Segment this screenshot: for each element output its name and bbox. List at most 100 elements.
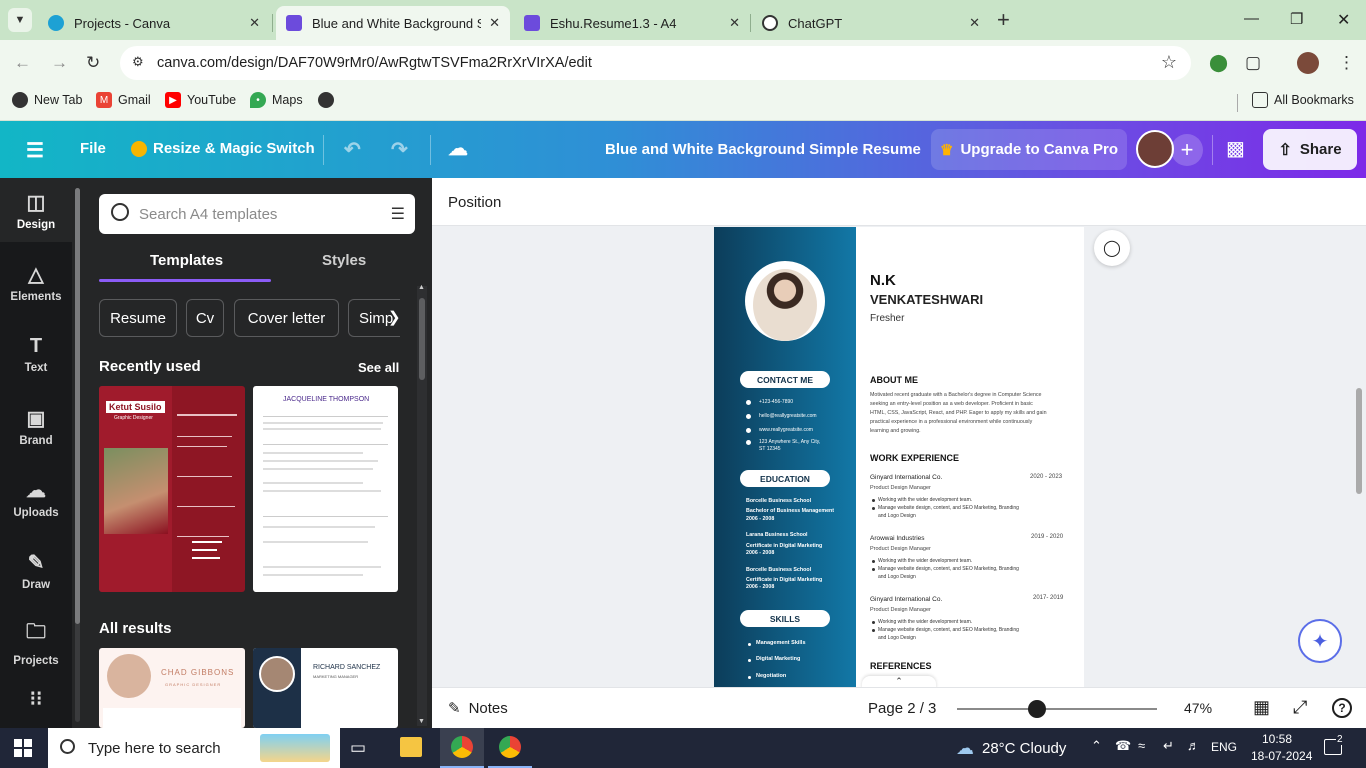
all-bookmarks[interactable]: All Bookmarks bbox=[1252, 92, 1354, 108]
wifi-icon[interactable]: ↵ bbox=[1163, 738, 1174, 754]
browser-tab-resume[interactable]: Blue and White Background Sim ✕ bbox=[276, 6, 510, 40]
bookmark-star-icon[interactable]: ☆ bbox=[1161, 52, 1177, 73]
bookmark-new-tab[interactable]: New Tab bbox=[12, 92, 82, 108]
language-indicator[interactable]: ENG bbox=[1211, 740, 1237, 754]
insights-chart-icon[interactable]: ▩ bbox=[1226, 136, 1245, 161]
volume-icon[interactable]: ♬ bbox=[1187, 738, 1200, 753]
close-icon[interactable]: ✕ bbox=[249, 15, 260, 31]
fullscreen-icon[interactable]: ⤢ bbox=[1293, 697, 1307, 718]
position-button[interactable]: Position bbox=[448, 194, 501, 211]
more-menu-icon[interactable]: ⋮ bbox=[1338, 53, 1355, 73]
weather-widget[interactable]: ☁ 28°C Cloudy bbox=[956, 738, 1066, 759]
back-arrow-icon[interactable]: ← bbox=[14, 53, 31, 73]
browser-tab-eshu[interactable]: Eshu.Resume1.3 - A4 ✕ bbox=[514, 6, 750, 40]
new-tab-button[interactable]: + bbox=[997, 7, 1010, 33]
address-bar[interactable]: ⚙ canva.com/design/DAF70W9rMr0/AwRgtwTSV… bbox=[120, 46, 1191, 80]
site-info-icon[interactable]: ⚙ bbox=[132, 54, 144, 70]
template-thumbnail[interactable]: CHAD GIBBONS GRAPHIC DESIGNER bbox=[99, 648, 245, 728]
profile-avatar[interactable] bbox=[1297, 52, 1319, 74]
resume-page[interactable]: CONTACT ME +123-456-7890 hello@reallygre… bbox=[714, 227, 1084, 687]
extension-icon[interactable]: ⬤ bbox=[1209, 53, 1228, 73]
minimize-button[interactable]: — bbox=[1244, 10, 1259, 27]
extensions-puzzle-icon[interactable]: ▢ bbox=[1245, 53, 1261, 73]
tab-search-button[interactable]: ▼ bbox=[8, 8, 32, 32]
close-icon[interactable]: ✕ bbox=[729, 15, 740, 31]
main-menu-button[interactable]: ☰ bbox=[26, 138, 44, 163]
browser-tab-chatgpt[interactable]: ChatGPT ✕ bbox=[752, 6, 990, 40]
page-indicator[interactable]: Page 2 / 3 bbox=[868, 700, 936, 717]
close-icon[interactable]: ✕ bbox=[969, 15, 980, 31]
tab-templates[interactable]: Templates bbox=[150, 252, 223, 269]
zoom-slider-handle[interactable] bbox=[1028, 700, 1046, 718]
template-thumbnail[interactable]: JACQUELINE THOMPSON bbox=[253, 386, 398, 592]
rail-text[interactable]: T Text bbox=[0, 322, 72, 386]
browser-tab-projects[interactable]: Projects - Canva ✕ bbox=[38, 6, 270, 40]
resize-magic-switch-button[interactable]: Resize & Magic Switch bbox=[131, 140, 315, 157]
clock-time[interactable]: 10:58 bbox=[1262, 732, 1292, 746]
tab-title: Blue and White Background Sim bbox=[312, 15, 482, 31]
file-menu-button[interactable]: File bbox=[80, 140, 106, 157]
tray-chevron-up-icon[interactable]: ⌃ bbox=[1091, 738, 1102, 754]
template-search-input[interactable]: Search A4 templates ☰ bbox=[99, 194, 415, 234]
rail-uploads[interactable]: ☁ Uploads bbox=[0, 466, 72, 530]
restore-button[interactable]: ❐ bbox=[1290, 10, 1303, 28]
cloud-icon: ☁ bbox=[956, 738, 974, 758]
template-thumbnail[interactable]: Ketut Susilo Graphic Designer bbox=[99, 386, 245, 592]
bookmark-youtube[interactable]: ▶ YouTube bbox=[165, 92, 236, 108]
bookmark-maps[interactable]: • Maps bbox=[250, 92, 303, 108]
clock-date[interactable]: 18-07-2024 bbox=[1251, 749, 1312, 763]
collaborator-avatar[interactable] bbox=[1136, 130, 1174, 168]
rail-draw[interactable]: ✎ Draw bbox=[0, 538, 72, 602]
file-explorer-icon[interactable] bbox=[400, 737, 422, 757]
magic-assistant-button[interactable]: ✦ bbox=[1298, 619, 1342, 663]
share-button[interactable]: ⇧ Share bbox=[1263, 129, 1357, 170]
resume-last-name: VENKATESHWARI bbox=[870, 292, 984, 307]
chip-resume[interactable]: Resume bbox=[99, 299, 177, 337]
forward-arrow-icon[interactable]: → bbox=[51, 53, 68, 73]
canvas-scrollbar[interactable] bbox=[1356, 388, 1362, 494]
rail-projects[interactable]: 🗀 Projects bbox=[0, 610, 72, 674]
help-icon[interactable]: ? bbox=[1332, 698, 1352, 718]
rail-brand[interactable]: ▣ Brand bbox=[0, 394, 72, 458]
filter-icon[interactable]: ☰ bbox=[391, 204, 405, 224]
template-thumbnail[interactable]: RICHARD SANCHEZ MARKETING MANAGER bbox=[253, 648, 398, 728]
rail-apps[interactable]: ⁝⁝ bbox=[0, 678, 72, 722]
bookmark-globe[interactable] bbox=[318, 92, 340, 108]
zoom-level[interactable]: 47% bbox=[1184, 700, 1212, 716]
see-all-link[interactable]: See all bbox=[358, 360, 399, 375]
canva-favicon-icon bbox=[48, 15, 64, 31]
zoom-slider[interactable] bbox=[957, 700, 1157, 718]
chrome-taskbar-icon[interactable] bbox=[440, 728, 484, 768]
undo-button[interactable]: ↶ bbox=[344, 137, 361, 162]
email-icon bbox=[746, 414, 751, 419]
rail-design[interactable]: ◫ Design bbox=[0, 178, 72, 242]
grid-view-icon[interactable]: ▦ bbox=[1253, 697, 1270, 718]
reload-icon[interactable]: ↻ bbox=[86, 53, 100, 73]
task-view-icon[interactable]: ▭ bbox=[350, 738, 366, 758]
window-close-button[interactable]: ✕ bbox=[1337, 10, 1350, 30]
notification-count-badge: 2 bbox=[1336, 734, 1344, 745]
bookmark-gmail[interactable]: M Gmail bbox=[96, 92, 151, 108]
chevron-right-icon[interactable]: ❯ bbox=[388, 308, 401, 326]
windows-start-icon[interactable] bbox=[14, 739, 32, 757]
redo-button[interactable]: ↷ bbox=[391, 137, 408, 162]
chrome-taskbar-icon-2[interactable] bbox=[488, 728, 532, 768]
cloud-save-icon[interactable]: ☁ bbox=[448, 136, 468, 161]
all-results-heading: All results bbox=[99, 620, 172, 637]
design-title[interactable]: Blue and White Background Simple Resume bbox=[605, 141, 921, 158]
close-icon[interactable]: ✕ bbox=[489, 15, 500, 31]
rail-elements[interactable]: △ Elements bbox=[0, 250, 72, 314]
chip-cover-letter[interactable]: Cover letter bbox=[234, 299, 339, 337]
tab-styles[interactable]: Styles bbox=[322, 252, 366, 269]
folder-icon: 🗀 bbox=[26, 621, 46, 643]
work-heading: WORK EXPERIENCE bbox=[870, 453, 960, 463]
network-icon[interactable]: ≈ bbox=[1138, 738, 1145, 753]
add-people-button[interactable]: + bbox=[1171, 134, 1203, 166]
add-comment-button[interactable]: ◯ bbox=[1094, 230, 1130, 266]
bookmarks-bar: New Tab M Gmail ▶ YouTube • Maps All Boo… bbox=[0, 86, 1366, 121]
taskbar-search-input[interactable]: Type here to search bbox=[48, 728, 340, 768]
chip-cv[interactable]: Cv bbox=[186, 299, 224, 337]
meet-icon[interactable]: ☎ bbox=[1115, 738, 1131, 754]
upgrade-button[interactable]: ♛ Upgrade to Canva Pro bbox=[931, 129, 1127, 170]
notes-button[interactable]: ✎ Notes bbox=[448, 699, 508, 718]
